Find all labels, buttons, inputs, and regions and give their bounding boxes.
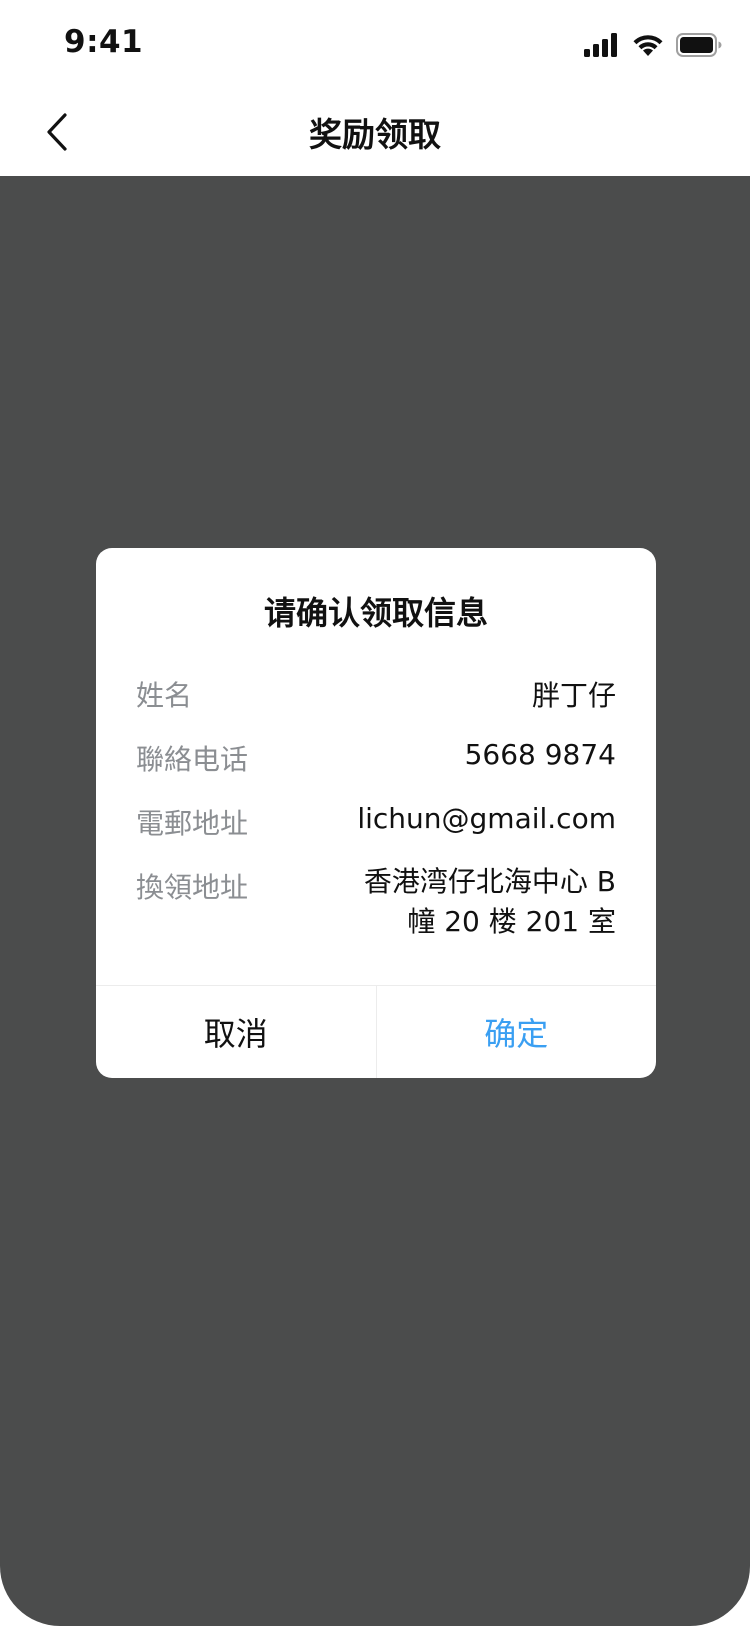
info-value: 胖丁仔 — [531, 679, 616, 712]
battery-icon — [676, 33, 722, 57]
info-value: 香港湾仔北海中心 B 幢 20 楼 201 室 — [363, 865, 616, 938]
wifi-icon — [633, 35, 663, 56]
info-row-phone: 聯絡电话 5668 9874 — [136, 738, 616, 778]
status-time: 9:41 — [64, 24, 144, 60]
nav-bar: 奖励领取 — [0, 88, 750, 176]
dialog-title: 请确认领取信息 — [263, 594, 488, 632]
info-row-name: 姓名 胖丁仔 — [136, 674, 616, 714]
info-label: 電郵地址 — [136, 807, 249, 840]
page-title: 奖励领取 — [309, 115, 441, 154]
signal-icon — [584, 33, 617, 57]
info-value: 5668 9874 — [464, 738, 616, 771]
info-row-email: 電郵地址 lichun@gmail.com — [136, 802, 616, 842]
info-value: lichun@gmail.com — [357, 802, 616, 835]
info-row-address: 換領地址 香港湾仔北海中心 B 幢 20 楼 201 室 — [136, 865, 616, 938]
screen: 9:41 奖励领取 请确认领取信息 姓名 胖丁仔 聯絡电话 5668 9874 … — [0, 0, 750, 1626]
info-label: 換領地址 — [136, 871, 249, 904]
info-label: 姓名 — [136, 679, 193, 712]
cancel-button[interactable]: 取消 — [96, 986, 377, 1078]
status-icons — [584, 32, 722, 58]
confirm-button[interactable]: 确定 — [377, 986, 657, 1078]
status-bar: 9:41 — [0, 0, 750, 88]
dialog-actions: 取消 确定 — [96, 985, 656, 1078]
confirm-dialog: 请确认领取信息 姓名 胖丁仔 聯絡电话 5668 9874 電郵地址 lichu… — [96, 548, 656, 1078]
info-label: 聯絡电话 — [136, 743, 249, 776]
